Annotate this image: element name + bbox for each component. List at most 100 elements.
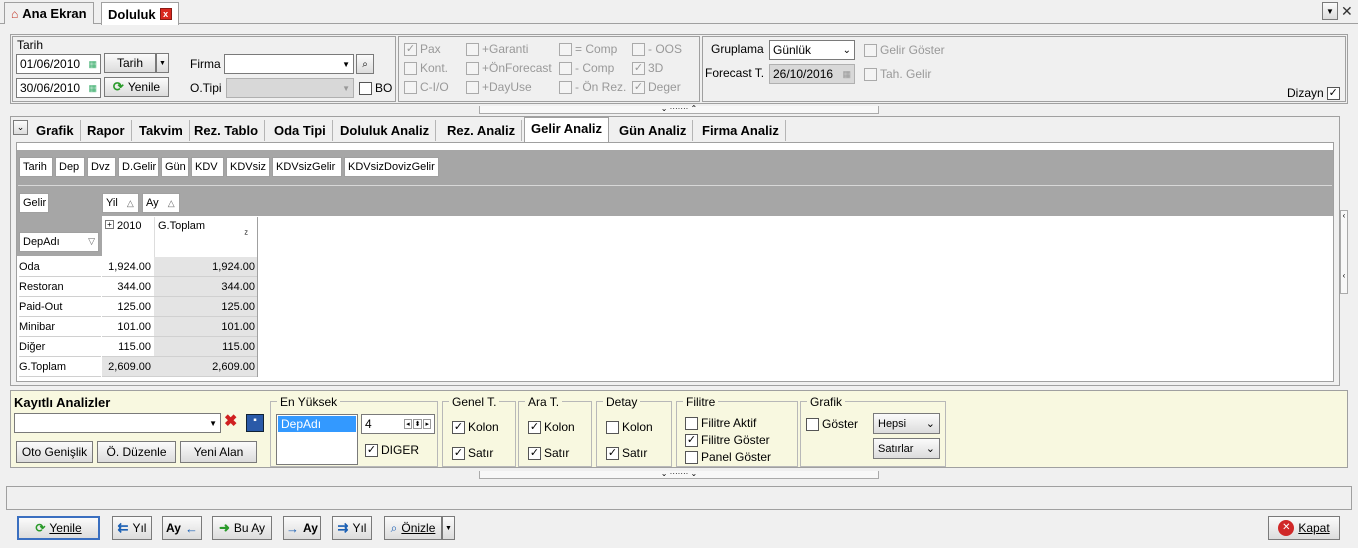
option-check[interactable]: [466, 61, 479, 75]
option-check[interactable]: [559, 80, 572, 94]
yeni-alan-button[interactable]: Yeni Alan: [180, 441, 257, 463]
calendar-icon[interactable]: ▦: [88, 83, 97, 94]
analysis-tab[interactable]: Takvim: [133, 120, 190, 141]
splitter-grip-top[interactable]: ⌄ ······· ⌃: [479, 105, 879, 114]
analysis-tab[interactable]: Grafik: [30, 120, 81, 141]
detay-satir-check[interactable]: ✓: [606, 446, 619, 460]
detay-kolon-check[interactable]: [606, 420, 619, 434]
spin-left-icon[interactable]: ◂: [404, 419, 412, 429]
bo-checkbox[interactable]: BO: [359, 81, 392, 95]
onizle-dropdown[interactable]: ▼: [442, 516, 455, 540]
kapat-button[interactable]: ✕ Kapat: [1268, 516, 1340, 540]
genel-kolon-checkbox[interactable]: ✓ Kolon: [452, 420, 499, 434]
pivot-filter-field[interactable]: Dvz: [87, 157, 116, 177]
option-checkbox[interactable]: ✓ Pax: [404, 42, 441, 56]
save-icon[interactable]: ▪: [246, 414, 264, 432]
analysis-tab[interactable]: Firma Analiz: [696, 120, 786, 141]
dizayn-checkbox[interactable]: Dizayn ✓: [1287, 86, 1340, 100]
option-check[interactable]: [559, 61, 572, 75]
pivot-filter-field[interactable]: Dep: [55, 157, 85, 177]
analysis-tab[interactable]: Doluluk Analiz: [334, 120, 437, 141]
diger-check[interactable]: ✓: [365, 443, 378, 457]
analysis-tab[interactable]: Oda Tipi: [268, 120, 333, 141]
firma-search-button[interactable]: ⌕: [356, 54, 374, 74]
expand-icon[interactable]: +: [105, 220, 114, 229]
analysis-tab[interactable]: Rez. Analiz: [441, 120, 523, 141]
panel-goster-checkbox[interactable]: Panel Göster: [685, 450, 771, 464]
tarih-dropdown[interactable]: ▼: [156, 53, 169, 73]
tah-gelir-check[interactable]: [864, 67, 877, 81]
bo-check[interactable]: [359, 81, 372, 95]
diger-checkbox[interactable]: ✓ DIGER: [365, 443, 419, 457]
filitre-goster-check[interactable]: ✓: [685, 433, 698, 447]
option-checkbox[interactable]: +ÖnForecast: [466, 61, 552, 75]
spin-updown-icon[interactable]: ⬍: [412, 419, 423, 429]
en-yuksek-list[interactable]: DepAdı: [276, 414, 358, 465]
pivot-row-field-depadi[interactable]: DepAdı ▽: [19, 232, 99, 252]
oto-genislik-button[interactable]: Oto Genişlik: [16, 441, 93, 463]
close-window-icon[interactable]: ✕: [1341, 3, 1353, 20]
gelir-goster-checkbox[interactable]: Gelir Göster: [864, 43, 945, 57]
dizayn-check[interactable]: ✓: [1326, 86, 1340, 100]
pivot-filter-field[interactable]: KDV: [191, 157, 224, 177]
sort-icon[interactable]: ᶻ: [244, 229, 248, 240]
pivot-filter-field[interactable]: D.Gelir: [118, 157, 159, 177]
close-tab-icon[interactable]: x: [159, 8, 172, 20]
this-month-button[interactable]: ➜ Bu Ay: [212, 516, 272, 540]
genel-satir-check[interactable]: ✓: [452, 446, 465, 460]
tah-gelir-checkbox[interactable]: Tah. Gelir: [864, 67, 931, 81]
panel-goster-check[interactable]: [685, 450, 698, 464]
col-header-total[interactable]: G.Toplam ᶻ: [154, 217, 258, 257]
calendar-icon[interactable]: ▦: [88, 59, 97, 70]
saved-analyses-select[interactable]: ▼: [14, 413, 221, 433]
option-check[interactable]: [404, 61, 417, 75]
option-check[interactable]: ✓: [404, 42, 417, 56]
ara-satir-check[interactable]: ✓: [528, 446, 541, 460]
satirlar-select[interactable]: Satırlar ⌄: [873, 438, 940, 459]
firma-select[interactable]: ▼: [224, 54, 354, 74]
otipi-select[interactable]: ▼: [226, 78, 354, 98]
hepsi-select[interactable]: Hepsi ⌄: [873, 413, 940, 434]
pivot-col-field-ay[interactable]: Ay △: [142, 193, 180, 213]
option-check[interactable]: [466, 80, 479, 94]
option-checkbox[interactable]: - Ön Rez.: [559, 80, 626, 94]
ara-kolon-check[interactable]: ✓: [528, 420, 541, 434]
top-n-spinner[interactable]: 4 ◂ ⬍ ▸: [361, 414, 435, 434]
yenile-filter-button[interactable]: ⟳ Yenile: [104, 77, 169, 97]
pivot-col-field-yil[interactable]: Yil △: [102, 193, 139, 213]
grafik-goster-check[interactable]: [806, 417, 819, 431]
forecast-date-input[interactable]: 26/10/2016 ▦: [769, 64, 855, 84]
option-checkbox[interactable]: ✓ Deger: [632, 80, 681, 94]
splitter-grip-bottom[interactable]: ⌄ ······· ⌄: [479, 470, 879, 479]
onizle-button[interactable]: ⌕ Önizle: [384, 516, 442, 540]
option-check[interactable]: [404, 80, 417, 94]
genel-satir-checkbox[interactable]: ✓ Satır: [452, 446, 493, 460]
option-checkbox[interactable]: +DayUse: [466, 80, 532, 94]
analysis-tab[interactable]: Gelir Analiz: [524, 117, 610, 142]
option-check[interactable]: [466, 42, 479, 56]
collapse-tabs-button[interactable]: ⌄: [13, 120, 28, 135]
splitter-grip-right[interactable]: ‹ ‹: [1340, 210, 1348, 294]
analysis-tab[interactable]: Rapor: [81, 120, 132, 141]
genel-kolon-check[interactable]: ✓: [452, 420, 465, 434]
next-year-button[interactable]: ⇉ Yıl: [332, 516, 372, 540]
option-checkbox[interactable]: - OOS: [632, 42, 682, 56]
option-checkbox[interactable]: ✓ 3D: [632, 61, 663, 75]
delete-icon[interactable]: ✖: [224, 414, 242, 432]
filitre-goster-checkbox[interactable]: ✓ Filitre Göster: [685, 433, 770, 447]
pivot-data-field[interactable]: Gelir: [19, 193, 49, 213]
ara-kolon-checkbox[interactable]: ✓ Kolon: [528, 420, 575, 434]
filter-icon[interactable]: ▽: [88, 236, 95, 248]
detay-kolon-checkbox[interactable]: Kolon: [606, 420, 653, 434]
pivot-filter-field[interactable]: KDVsizGelir: [272, 157, 342, 177]
ara-satir-checkbox[interactable]: ✓ Satır: [528, 446, 569, 460]
gruplama-select[interactable]: Günlük ⌄: [769, 40, 855, 60]
option-checkbox[interactable]: Kont.: [404, 61, 448, 75]
prev-year-button[interactable]: ⇇ Yıl: [112, 516, 152, 540]
option-check[interactable]: [559, 42, 572, 56]
tab-ana-ekran[interactable]: ⌂ Ana Ekran: [4, 2, 94, 24]
pivot-filter-field[interactable]: KDVsiz: [226, 157, 270, 177]
option-check[interactable]: ✓: [632, 61, 645, 75]
gelir-goster-check[interactable]: [864, 43, 877, 57]
date-to-input[interactable]: 30/06/2010 ▦: [16, 78, 101, 98]
